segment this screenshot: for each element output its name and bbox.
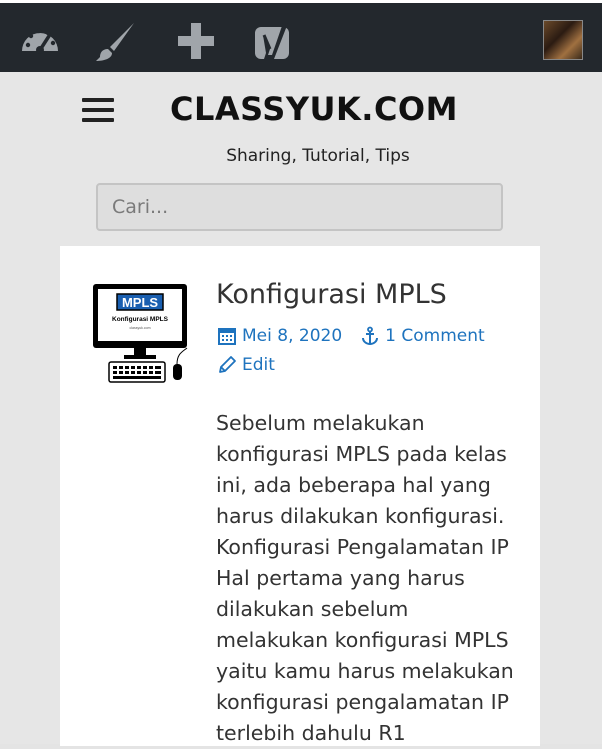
new-content-plus-icon[interactable] [174, 19, 218, 63]
comments-link[interactable]: 1 Comment [385, 326, 485, 346]
customize-brush-icon[interactable] [94, 19, 138, 63]
excerpt-line: Sebelum melakukan [216, 411, 425, 435]
post-edit-row: Edit [217, 355, 275, 375]
post-thumbnail[interactable]: MPLS Konfigurasi MPLS classyuk.com [90, 280, 190, 384]
post-title[interactable]: Konfigurasi MPLS [216, 279, 447, 310]
dashboard-icon[interactable] [18, 19, 62, 63]
excerpt-line: yaitu kamu harus melakukan [216, 659, 514, 683]
thumbnail-footer: classyuk.com [129, 326, 150, 330]
thumbnail-caption: Konfigurasi MPLS [112, 316, 169, 323]
post-card: MPLS Konfigurasi MPLS classyuk.com Konfi… [60, 246, 540, 746]
excerpt-line: konfigurasi MPLS pada kelas [216, 442, 507, 466]
calendar-icon [218, 328, 236, 345]
edit-post-link[interactable]: Edit [242, 355, 275, 375]
excerpt-line: Konfigurasi Pengalamatan IP [216, 535, 509, 559]
excerpt-line: dilakukan sebelum [216, 597, 409, 621]
search-input[interactable] [96, 183, 503, 231]
yoast-seo-icon[interactable] [252, 19, 296, 63]
site-title[interactable]: CLASSYUK.COM [0, 90, 602, 128]
excerpt-line: konfigurasi pengalamatan IP [216, 690, 509, 714]
excerpt-line: ini, ada beberapa hal yang [216, 473, 491, 497]
excerpt-line: terlebih dahulu R1 [216, 721, 406, 745]
excerpt-line: Hal pertama yang harus [216, 566, 465, 590]
page-content: CLASSYUK.COM Sharing, Tutorial, Tips MPL… [0, 72, 602, 746]
post-date-link[interactable]: Mei 8, 2020 [242, 326, 342, 346]
post-excerpt: Sebelum melakukan konfigurasi MPLS pada … [216, 408, 516, 749]
excerpt-line: harus dilakukan konfigurasi. [216, 504, 505, 528]
anchor-icon [362, 326, 379, 346]
excerpt-line: melakukan konfigurasi MPLS [216, 628, 509, 652]
pencil-icon [219, 356, 236, 373]
user-avatar[interactable] [543, 20, 583, 60]
thumbnail-badge: MPLS [122, 295, 158, 310]
post-meta-row: Mei 8, 2020 1 Comment [217, 326, 485, 346]
admin-bar [0, 0, 602, 72]
site-tagline: Sharing, Tutorial, Tips [226, 146, 410, 166]
